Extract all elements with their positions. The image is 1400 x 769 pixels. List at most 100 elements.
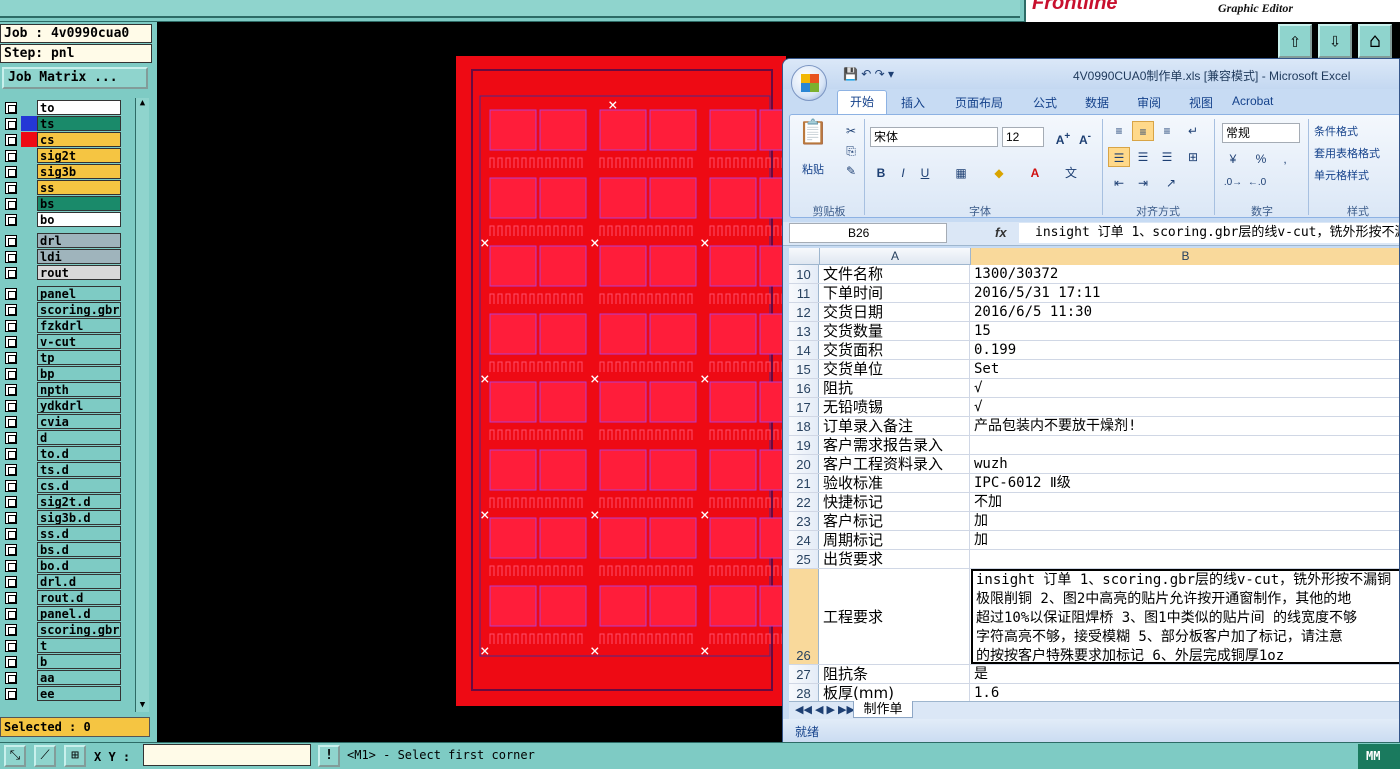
sheet-row[interactable]: 23 客户标记加 [789, 512, 1399, 531]
cell-a[interactable]: 阻抗条 [820, 665, 970, 683]
row-header[interactable]: 15 [789, 360, 819, 378]
cell-b[interactable]: √ [971, 379, 1399, 397]
row-header[interactable]: 12 [789, 303, 819, 321]
cell-a[interactable]: 交货单位 [820, 360, 970, 378]
cell-b[interactable]: IPC-6012 Ⅱ级 [971, 474, 1399, 492]
cell-a[interactable]: 客户标记 [820, 512, 970, 530]
cell-b[interactable]: 是 [971, 665, 1399, 683]
layer-row[interactable]: sig2t [2, 148, 122, 163]
layer-checkbox[interactable] [5, 118, 17, 130]
layer-name[interactable]: to [37, 100, 121, 115]
layer-row[interactable]: cs.d [2, 478, 122, 493]
formula-input[interactable]: insight 订单 1、scoring.gbr层的线v-cut，铣外形按不漏铜 [1019, 223, 1399, 243]
layer-checkbox[interactable] [5, 134, 17, 146]
layer-row[interactable]: npth [2, 382, 122, 397]
tab-formulas[interactable]: 公式 [1033, 94, 1057, 111]
format-painter-icon[interactable]: ✎ [840, 161, 862, 181]
layer-name[interactable]: drl.d [37, 574, 121, 589]
scroll-up-arrow-icon[interactable]: ▲ [137, 98, 148, 110]
layer-checkbox[interactable] [5, 544, 17, 556]
align-top-icon[interactable]: ≡ [1108, 121, 1130, 141]
row-header[interactable]: 16 [789, 379, 819, 397]
layer-checkbox[interactable] [5, 656, 17, 668]
sheet-row[interactable]: 27 阻抗条是 [789, 665, 1399, 684]
layer-checkbox[interactable] [5, 624, 17, 636]
cell-a[interactable]: 客户工程资料录入 [820, 455, 970, 473]
row-header[interactable]: 14 [789, 341, 819, 359]
alert-icon[interactable]: ! [318, 745, 340, 767]
row-header[interactable]: 20 [789, 455, 819, 473]
layer-checkbox[interactable] [5, 528, 17, 540]
cell-a[interactable]: 文件名称 [820, 265, 970, 283]
layer-name[interactable]: bs [37, 196, 121, 211]
layer-row[interactable]: ss [2, 180, 122, 195]
layer-row[interactable]: ts [2, 116, 122, 131]
cell-a[interactable]: 无铅喷锡 [820, 398, 970, 416]
layer-name[interactable]: aa [37, 670, 121, 685]
layer-color-swatch[interactable] [21, 132, 37, 147]
layer-row[interactable]: ee [2, 686, 122, 701]
sheet-row-selected[interactable]: 26 工程要求 insight 订单 1、scoring.gbr层的线v-cut，铣… [789, 569, 1399, 665]
quick-access-toolbar[interactable]: 💾 ↶ ↷ ▾ [843, 67, 894, 81]
comma-icon[interactable]: , [1274, 149, 1296, 169]
layer-row[interactable]: rout [2, 265, 122, 280]
cell-b[interactable]: 加 [971, 531, 1399, 549]
layer-row[interactable]: bp [2, 366, 122, 381]
pcb-panel[interactable]: × × × × × × × × × × × × × [456, 56, 807, 706]
cell-b-active[interactable]: insight 订单 1、scoring.gbr层的线v-cut，铣外形按不漏铜… [971, 569, 1399, 664]
layer-checkbox[interactable] [5, 182, 17, 194]
job-matrix-button[interactable]: Job Matrix ... [2, 67, 148, 89]
layer-checkbox[interactable] [5, 560, 17, 572]
home-icon[interactable]: ⌂ [1358, 24, 1392, 58]
layer-checkbox[interactable] [5, 267, 17, 279]
cell-a[interactable]: 交货面积 [820, 341, 970, 359]
zoom-window-icon[interactable]: ⤡ [4, 745, 26, 767]
font-name-select[interactable]: 宋体 [870, 127, 998, 147]
layer-checkbox[interactable] [5, 640, 17, 652]
layer-row[interactable]: fzkdrl [2, 318, 122, 333]
sheet-row[interactable]: 13 交货数量 15 [789, 322, 1399, 341]
sheet-row[interactable]: 22 快捷标记 不加 [789, 493, 1399, 512]
layer-checkbox[interactable] [5, 448, 17, 460]
layer-name[interactable]: ts [37, 116, 121, 131]
layer-checkbox[interactable] [5, 320, 17, 332]
layer-row[interactable]: aa [2, 670, 122, 685]
cell-b[interactable]: 1300/30372 [971, 265, 1399, 283]
align-right-icon[interactable]: ☰ [1156, 147, 1178, 167]
layer-checkbox[interactable] [5, 416, 17, 428]
layer-checkbox[interactable] [5, 592, 17, 604]
paste-label[interactable]: 粘贴 [802, 161, 824, 177]
layer-row[interactable]: scoring.gbr [2, 302, 122, 317]
layer-checkbox[interactable] [5, 512, 17, 524]
cell-b[interactable]: 不加 [971, 493, 1399, 511]
decrease-indent-icon[interactable]: ⇤ [1108, 173, 1130, 193]
align-bottom-icon[interactable]: ≡ [1156, 121, 1178, 141]
excel-window[interactable]: 💾 ↶ ↷ ▾ 4V0990CUA0制作单.xls [兼容模式] - Micro… [782, 58, 1400, 744]
layer-checkbox[interactable] [5, 150, 17, 162]
column-header-b[interactable]: B [971, 248, 1399, 265]
cell-b[interactable]: √ [971, 398, 1399, 416]
layer-checkbox[interactable] [5, 251, 17, 263]
layer-checkbox[interactable] [5, 480, 17, 492]
sheet-row[interactable]: 10 文件名称 1300/30372 [789, 265, 1399, 284]
layer-name[interactable]: bs.d [37, 542, 121, 557]
cell-a[interactable]: 快捷标记 [820, 493, 970, 511]
layer-row[interactable]: cvia [2, 414, 122, 429]
cell-a[interactable]: 阻抗 [820, 379, 970, 397]
layer-checkbox[interactable] [5, 432, 17, 444]
layer-name[interactable]: ts.d [37, 462, 121, 477]
sheet-row[interactable]: 11 下单时间 2016/5/31 17:11 [789, 284, 1399, 303]
layer-name[interactable]: rout.d [37, 590, 121, 605]
layer-checkbox[interactable] [5, 352, 17, 364]
increase-indent-icon[interactable]: ⇥ [1132, 173, 1154, 193]
sheet-row[interactable]: 14 交货面积 0.199 [789, 341, 1399, 360]
cell-a[interactable]: 出货要求 [820, 550, 970, 568]
layer-checkbox[interactable] [5, 288, 17, 300]
layer-name[interactable]: sig3b [37, 164, 121, 179]
export-icon[interactable]: ⇧ [1278, 24, 1312, 58]
row-header[interactable]: 27 [789, 665, 819, 683]
layer-row[interactable]: bo.d [2, 558, 122, 573]
row-header[interactable]: 17 [789, 398, 819, 416]
layer-name[interactable]: bo.d [37, 558, 121, 573]
grow-font-icon[interactable]: A+ [1052, 127, 1074, 147]
